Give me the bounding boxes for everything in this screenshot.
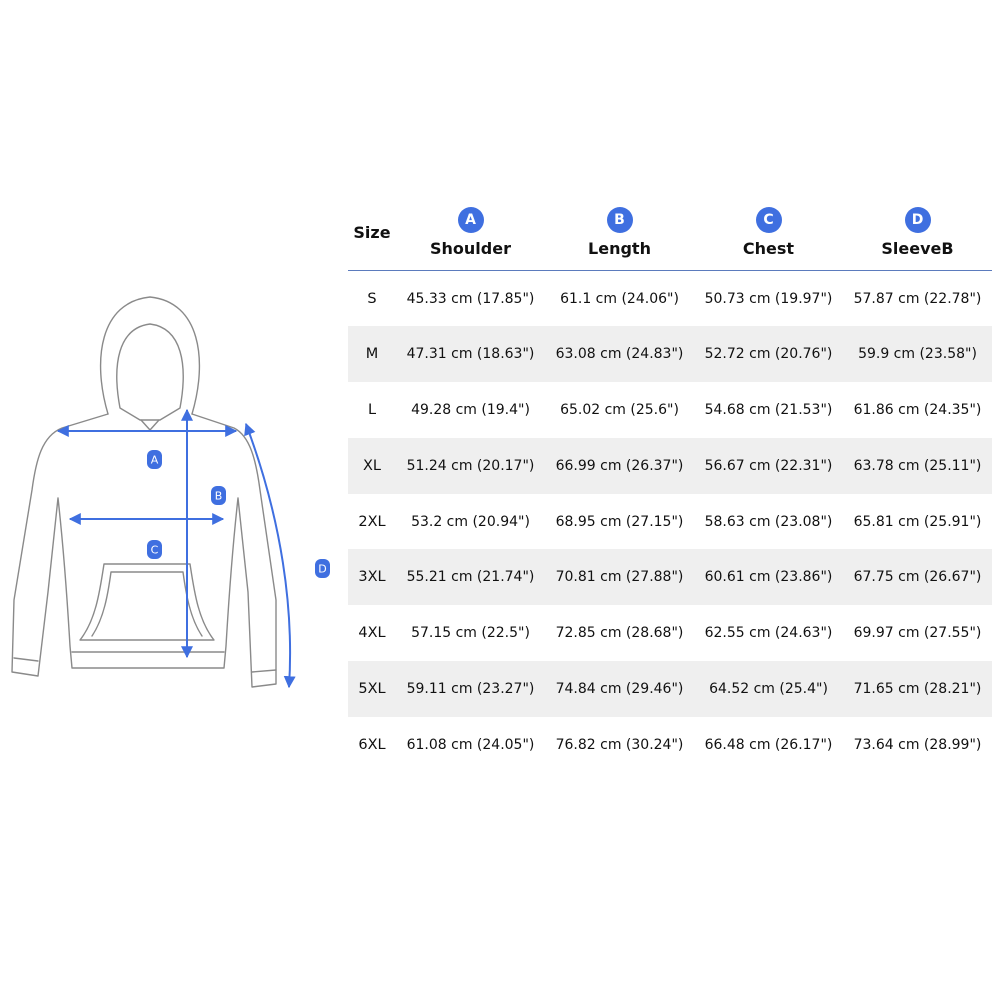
sleeve-cell: 61.86 cm (24.35") bbox=[853, 401, 982, 418]
sleeve-arrow bbox=[244, 422, 296, 689]
marker-c: C bbox=[147, 540, 162, 559]
table-row: S 45.33 cm (17.85") 61.1 cm (24.06") 50.… bbox=[348, 271, 992, 327]
sleeve-cell: 63.78 cm (25.11") bbox=[853, 457, 982, 474]
hoodie-diagram: A B C D bbox=[11, 296, 330, 689]
sleeve-cell: 71.65 cm (28.21") bbox=[853, 680, 982, 697]
shoulder-cell: 45.33 cm (17.85") bbox=[406, 290, 535, 307]
sleeve-cell: 65.81 cm (25.91") bbox=[853, 513, 982, 530]
shoulder-column-header: A Shoulder bbox=[396, 195, 545, 271]
size-column-header: Size bbox=[348, 195, 396, 271]
size-chart-table: Size A Shoulder B Length C Chest D Sleev… bbox=[348, 195, 992, 773]
sleeve-cell: 59.9 cm (23.58") bbox=[858, 346, 977, 363]
measurement-arrows bbox=[56, 408, 296, 689]
size-cell: 6XL bbox=[358, 736, 386, 753]
length-cell: 70.81 cm (27.88") bbox=[555, 569, 684, 586]
table-row: 4XL 57.15 cm (22.5") 72.85 cm (28.68") 6… bbox=[348, 605, 992, 661]
sleeve-badge: D bbox=[904, 207, 931, 233]
shoulder-cell: 61.08 cm (24.05") bbox=[406, 736, 535, 753]
length-cell: 66.99 cm (26.37") bbox=[555, 457, 684, 474]
shoulder-cell: 57.15 cm (22.5") bbox=[411, 625, 530, 642]
marker-b: B bbox=[211, 486, 226, 505]
sleeve-label: SleeveB bbox=[881, 239, 954, 258]
size-cell: 5XL bbox=[358, 680, 386, 697]
length-cell: 61.1 cm (24.06") bbox=[560, 290, 679, 307]
sleeve-cell: 57.87 cm (22.78") bbox=[853, 290, 982, 307]
marker-c-label: C bbox=[151, 544, 159, 557]
table-row: XL 51.24 cm (20.17") 66.99 cm (26.37") 5… bbox=[348, 437, 992, 494]
size-cell: 2XL bbox=[358, 513, 386, 530]
length-cell: 63.08 cm (24.83") bbox=[555, 346, 684, 363]
hoodie-outline-icon bbox=[11, 296, 277, 688]
table-row: 5XL 59.11 cm (23.27") 74.84 cm (29.46") … bbox=[348, 661, 992, 717]
length-badge: B bbox=[606, 207, 633, 233]
sleeve-cell: 67.75 cm (26.67") bbox=[853, 569, 982, 586]
shoulder-cell: 49.28 cm (19.4") bbox=[411, 401, 530, 418]
sleeve-cell: 73.64 cm (28.99") bbox=[853, 736, 982, 753]
chest-cell: 50.73 cm (19.97") bbox=[704, 290, 833, 307]
length-cell: 72.85 cm (28.68") bbox=[555, 625, 684, 642]
chest-cell: 60.61 cm (23.86") bbox=[704, 569, 833, 586]
table-row: 3XL 55.21 cm (21.74") 70.81 cm (27.88") … bbox=[348, 549, 992, 606]
table-row: 2XL 53.2 cm (20.94") 68.95 cm (27.15") 5… bbox=[348, 494, 992, 550]
marker-d: D bbox=[315, 559, 330, 578]
chest-cell: 64.52 cm (25.4") bbox=[709, 680, 828, 697]
marker-a: A bbox=[147, 450, 162, 469]
chest-cell: 54.68 cm (21.53") bbox=[704, 401, 833, 418]
marker-a-label: A bbox=[151, 454, 159, 467]
length-label: Length bbox=[588, 239, 651, 258]
chest-cell: 62.55 cm (24.63") bbox=[704, 625, 833, 642]
length-column-header: B Length bbox=[545, 195, 694, 271]
shoulder-badge: A bbox=[457, 207, 484, 233]
length-cell: 74.84 cm (29.46") bbox=[555, 680, 684, 697]
size-cell: S bbox=[367, 290, 377, 307]
chest-badge: C bbox=[755, 207, 782, 233]
table-row: M 47.31 cm (18.63") 63.08 cm (24.83") 52… bbox=[348, 326, 992, 383]
chest-column-header: C Chest bbox=[694, 195, 843, 271]
table-row: L 49.28 cm (19.4") 65.02 cm (25.6") 54.6… bbox=[348, 382, 992, 438]
chest-cell: 66.48 cm (26.17") bbox=[704, 736, 833, 753]
length-cell: 68.95 cm (27.15") bbox=[555, 513, 684, 530]
shoulder-cell: 59.11 cm (23.27") bbox=[406, 680, 535, 697]
shoulder-cell: 47.31 cm (18.63") bbox=[406, 346, 535, 363]
shoulder-cell: 55.21 cm (21.74") bbox=[406, 569, 535, 586]
marker-b-label: B bbox=[215, 490, 223, 503]
shoulder-cell: 51.24 cm (20.17") bbox=[406, 457, 535, 474]
chest-cell: 56.67 cm (22.31") bbox=[704, 457, 833, 474]
marker-d-label: D bbox=[318, 563, 326, 576]
table-header-row: Size A Shoulder B Length C Chest D Sleev… bbox=[348, 195, 992, 271]
length-cell: 76.82 cm (30.24") bbox=[555, 736, 684, 753]
length-cell: 65.02 cm (25.6") bbox=[560, 401, 679, 418]
sleeve-cell: 69.97 cm (27.55") bbox=[853, 625, 982, 642]
size-cell: 4XL bbox=[358, 625, 386, 642]
sleeve-column-header: D SleeveB bbox=[843, 195, 992, 271]
chest-cell: 58.63 cm (23.08") bbox=[704, 513, 833, 530]
size-cell: XL bbox=[362, 457, 381, 474]
shoulder-label: Shoulder bbox=[430, 239, 511, 258]
table-row: 6XL 61.08 cm (24.05") 76.82 cm (30.24") … bbox=[348, 717, 992, 773]
size-cell: L bbox=[367, 401, 377, 418]
chest-cell: 52.72 cm (20.76") bbox=[704, 346, 833, 363]
chest-label: Chest bbox=[742, 239, 795, 258]
shoulder-cell: 53.2 cm (20.94") bbox=[411, 513, 530, 530]
size-cell: 3XL bbox=[358, 569, 386, 586]
size-cell: M bbox=[365, 346, 379, 363]
